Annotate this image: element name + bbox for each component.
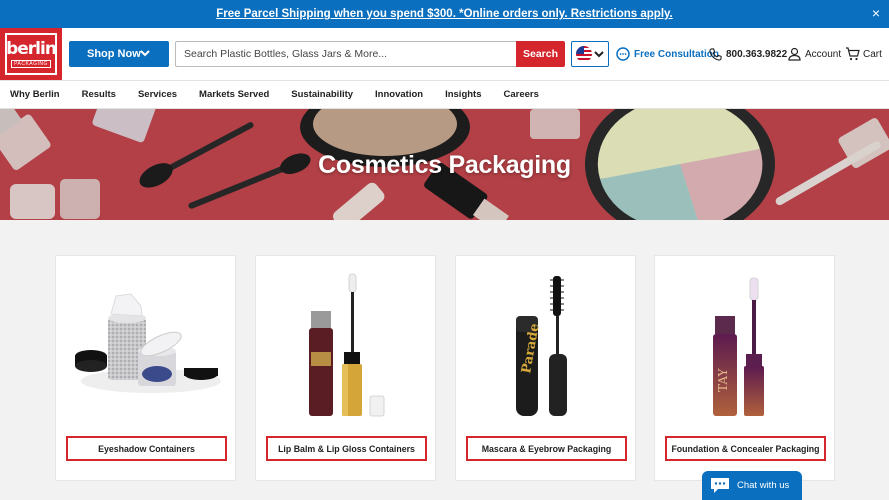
logo-frame: berlin PACKAGING <box>5 33 57 75</box>
foundation-image: TAY <box>713 277 764 416</box>
category-card[interactable]: Parade Mascara & Eyebrow Packaging <box>455 255 636 481</box>
card-button[interactable]: Foundation & Concealer Packaging <box>665 436 826 461</box>
cart-label: Cart <box>863 48 882 60</box>
search-input[interactable] <box>175 41 517 67</box>
account-label: Account <box>805 48 842 60</box>
chevron-down-icon <box>594 51 604 58</box>
main-nav: Why Berlin Results Services Markets Serv… <box>0 80 889 109</box>
cart-icon <box>846 47 860 61</box>
category-card[interactable]: Lip Balm & Lip Gloss Containers <box>255 255 436 481</box>
hero-banner: Cosmetics Packaging <box>0 109 889 220</box>
page-title: Cosmetics Packaging <box>318 151 571 179</box>
category-card[interactable]: TAY Foundation & Concealer Packaging <box>654 255 835 481</box>
category-grid: Eyeshadow Containers Lip Balm & Lip Glos… <box>0 220 889 500</box>
card-button[interactable]: Mascara & Eyebrow Packaging <box>466 436 627 461</box>
lip-gloss-image <box>309 273 385 417</box>
nav-item-why-berlin[interactable]: Why Berlin <box>10 89 60 100</box>
category-card[interactable]: Eyeshadow Containers <box>55 255 236 481</box>
close-icon[interactable]: × <box>869 6 883 20</box>
phone-icon <box>709 47 722 61</box>
nav-item-markets-served[interactable]: Markets Served <box>199 89 269 100</box>
nav-item-results[interactable]: Results <box>82 89 116 100</box>
card-button[interactable]: Eyeshadow Containers <box>66 436 227 461</box>
consultation-label: Free Consultation <box>634 48 720 60</box>
chevron-down-icon <box>140 50 150 57</box>
nav-item-insights[interactable]: Insights <box>445 89 481 100</box>
nav-item-innovation[interactable]: Innovation <box>375 89 423 100</box>
eyeshadow-containers-image <box>75 293 221 393</box>
country-selector[interactable] <box>571 41 609 67</box>
card-button[interactable]: Lip Balm & Lip Gloss Containers <box>266 436 427 461</box>
shop-now-label: Shop Now <box>87 48 141 60</box>
nav-item-services[interactable]: Services <box>138 89 177 100</box>
mascara-image: Parade <box>516 276 567 416</box>
phone-link[interactable]: 800.363.9822 <box>709 44 787 64</box>
nav-item-careers[interactable]: Careers <box>504 89 539 100</box>
chat-widget-button[interactable]: Chat with us <box>702 471 802 500</box>
chat-bubble-icon <box>616 47 630 61</box>
promo-link[interactable]: Free Parcel Shipping when you spend $300… <box>216 8 673 20</box>
nav-item-sustainability[interactable]: Sustainability <box>291 89 353 100</box>
promo-banner: Free Parcel Shipping when you spend $300… <box>0 0 889 28</box>
berlin-logo[interactable]: berlin PACKAGING <box>0 28 62 80</box>
chat-bubble-icon <box>711 478 729 493</box>
account-link[interactable]: Account <box>788 44 841 64</box>
foundation-brand-text: TAY <box>716 367 730 392</box>
logo-wordmark: berlin <box>6 38 57 59</box>
site-header: berlin PACKAGING Shop Now Search Free Co… <box>0 28 889 80</box>
cart-link[interactable]: Cart <box>845 44 882 64</box>
chat-label: Chat with us <box>737 480 790 491</box>
free-consultation-link[interactable]: Free Consultation <box>616 44 719 64</box>
search-button[interactable]: Search <box>516 41 565 67</box>
logo-subtext: PACKAGING <box>11 59 51 68</box>
user-icon <box>788 47 801 61</box>
shop-now-button[interactable]: Shop Now <box>69 41 169 67</box>
phone-number: 800.363.9822 <box>726 48 788 60</box>
us-flag-icon <box>576 46 592 62</box>
